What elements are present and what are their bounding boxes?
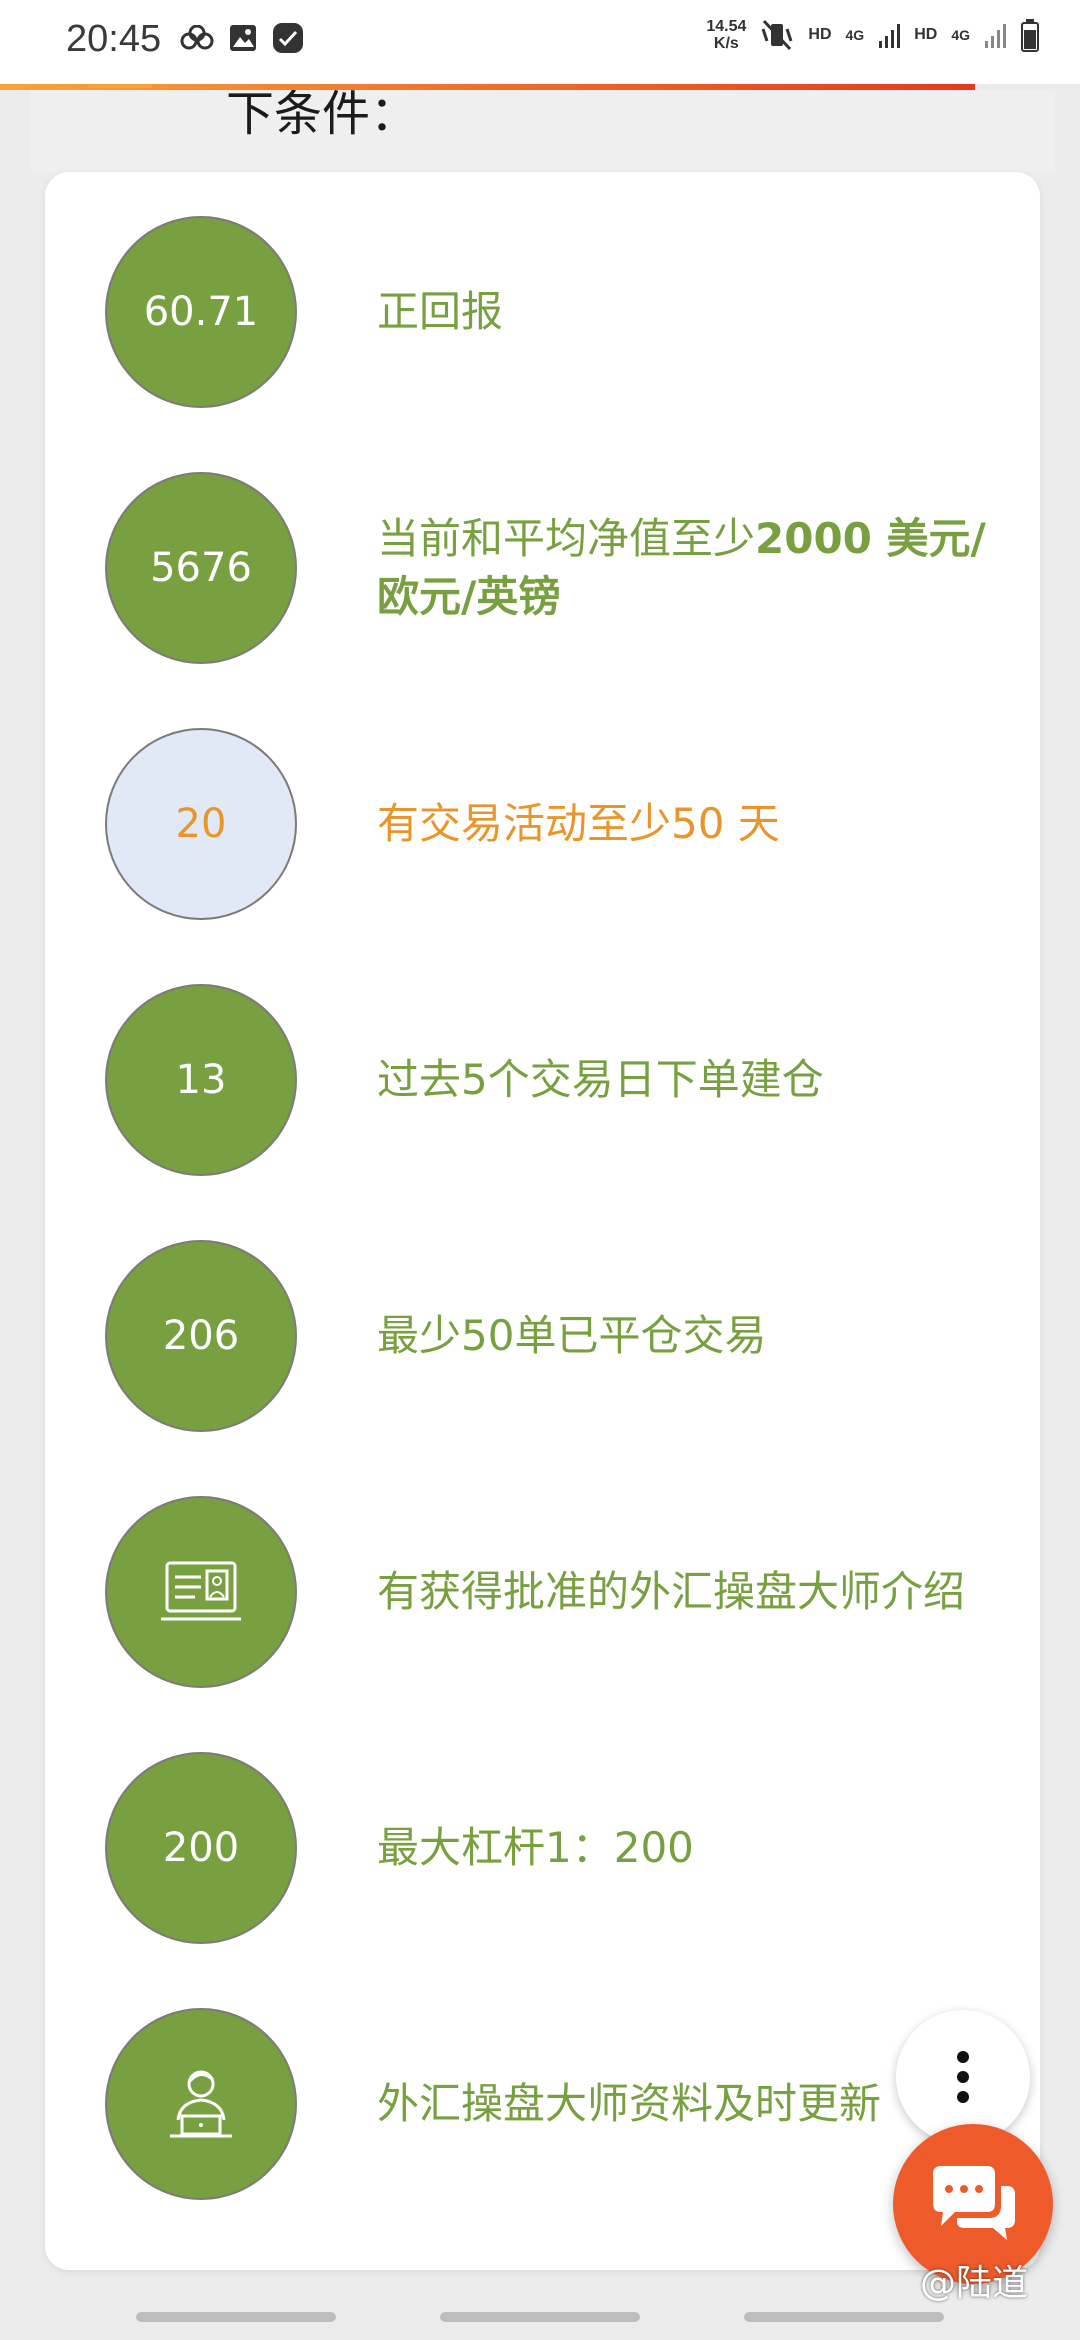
condition-label: 最少50单已平仓交易 — [377, 1240, 1017, 1432]
condition-label: 最大杠杆1：200 — [377, 1752, 1017, 1944]
condition-value-badge: 60.71 — [105, 216, 297, 408]
condition-icon-badge — [105, 1496, 297, 1688]
section-header: 下条件： — [30, 90, 1055, 172]
condition-value-badge: 5676 — [105, 472, 297, 664]
conditions-card: 60.71 正回报 5676 当前和平均净值至少2000 美元/欧元/英镑 20… — [45, 172, 1040, 2270]
nav-pill-right[interactable] — [744, 2312, 944, 2322]
condition-label-text: 有获得批准的外汇操盘大师介绍 — [377, 1567, 966, 1616]
condition-label: 当前和平均净值至少2000 美元/欧元/英镑 — [377, 472, 1017, 664]
trader-at-laptop-icon — [170, 2070, 232, 2138]
cloud-link-icon — [180, 25, 214, 50]
status-right-indicators: 14.54 K/s HD 4G HD 4G — [706, 18, 1040, 52]
chat-bubbles-icon — [933, 2166, 1015, 2240]
battery-icon — [1021, 19, 1039, 52]
network-speed-value: 14.54 — [706, 18, 747, 35]
condition-value-badge: 13 — [105, 984, 297, 1176]
condition-item: 外汇操盘大师资料及时更新 — [75, 2008, 1025, 2204]
condition-label-text: 外汇操盘大师资料及时更新 — [377, 2079, 882, 2128]
gallery-icon — [230, 25, 256, 51]
condition-label-text: 正回报 — [377, 287, 504, 336]
watermark: @陆道 — [920, 2263, 1029, 2304]
condition-label-text: 有交易活动至少50 天 — [377, 799, 780, 848]
network-speed: 14.54 K/s — [706, 18, 746, 52]
network-speed-unit: K/s — [713, 35, 739, 52]
condition-item: 60.71 正回报 — [75, 216, 1025, 412]
condition-item: 206 最少50单已平仓交易 — [75, 1240, 1025, 1436]
condition-label-text: 当前和平均净值至少 — [377, 514, 756, 563]
condition-value-badge: 20 — [105, 728, 297, 920]
condition-label-text: 最少50单已平仓交易 — [377, 1311, 767, 1360]
status-time: 20:45 — [66, 18, 162, 60]
vibrate-mute-icon — [761, 19, 793, 51]
signal-strength-icon — [879, 24, 901, 48]
progress-accent — [88, 84, 152, 88]
condition-value-badge: 206 — [105, 1240, 297, 1432]
network-type-1: 4G — [845, 27, 865, 43]
condition-value-badge: 200 — [105, 1752, 297, 1944]
condition-item: 20 有交易活动至少50 天 — [75, 728, 1025, 924]
condition-icon-badge — [105, 2008, 297, 2200]
status-notification-icons — [180, 22, 304, 54]
condition-item: 13 过去5个交易日下单建仓 — [75, 984, 1025, 1180]
network-type-2: 4G — [951, 27, 970, 43]
condition-label: 有获得批准的外汇操盘大师介绍 — [377, 1496, 1017, 1688]
signal-strength-icon — [985, 24, 1006, 48]
hd-voice-badge-2: HD — [914, 26, 938, 43]
condition-label: 正回报 — [377, 216, 1017, 408]
section-title: 下条件： — [226, 90, 419, 142]
nav-pill-left[interactable] — [136, 2312, 336, 2322]
condition-label: 过去5个交易日下单建仓 — [377, 984, 1017, 1176]
condition-label-text: 过去5个交易日下单建仓 — [377, 1055, 824, 1104]
condition-label-text: 最大杠杆1：200 — [377, 1823, 694, 1872]
condition-item: 5676 当前和平均净值至少2000 美元/欧元/英镑 — [75, 472, 1025, 668]
more-vertical-icon — [957, 2051, 969, 2103]
condition-item: 有获得批准的外汇操盘大师介绍 — [75, 1496, 1025, 1692]
app-check-icon — [273, 23, 303, 53]
nav-pill-center[interactable] — [440, 2312, 640, 2322]
hd-voice-badge-1: HD — [808, 26, 832, 43]
condition-item: 200 最大杠杆1：200 — [75, 1752, 1025, 1948]
status-bar: 20:45 14.54 K/s HD 4G HD 4G — [0, 0, 1080, 84]
condition-label: 有交易活动至少50 天 — [377, 728, 1017, 920]
id-card-icon — [161, 1561, 241, 1621]
